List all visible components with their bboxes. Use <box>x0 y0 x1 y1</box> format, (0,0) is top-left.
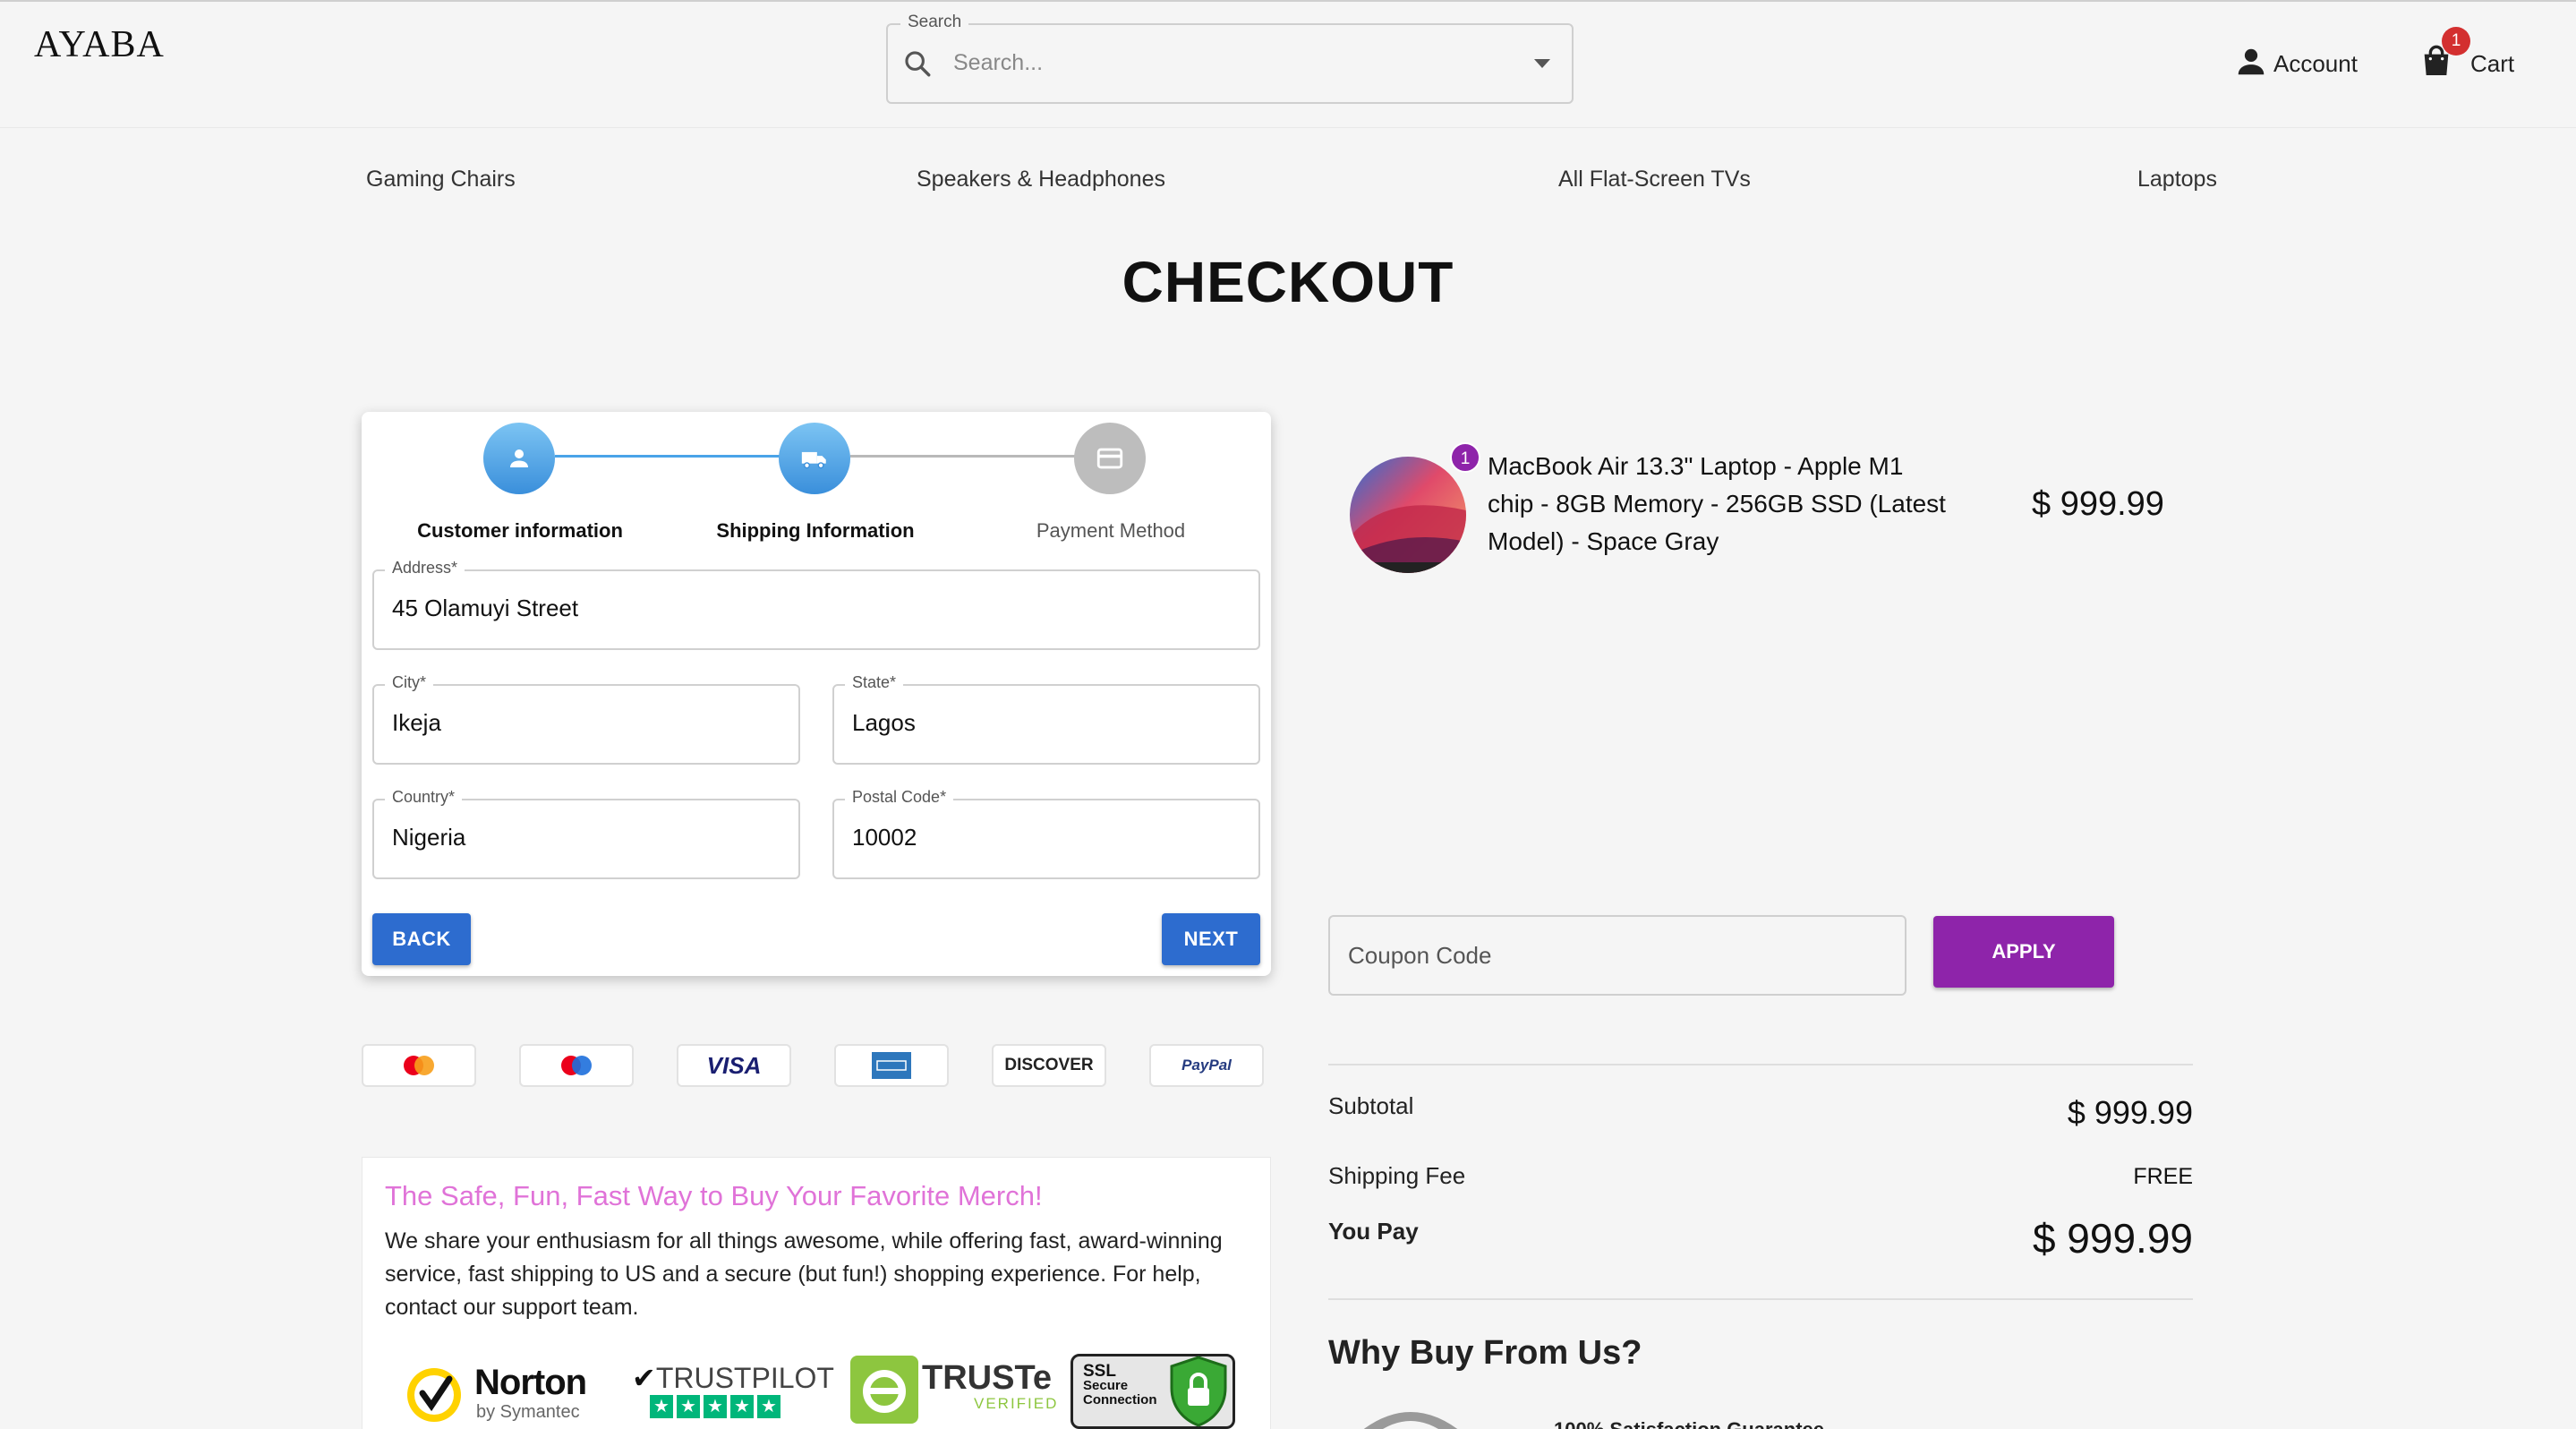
coupon-placeholder[interactable]: Coupon Code <box>1348 942 1491 970</box>
header-divider <box>0 127 2576 128</box>
info-title: The Safe, Fun, Fast Way to Buy Your Favo… <box>385 1180 1043 1211</box>
quantity-badge: 1 <box>1450 442 1480 473</box>
address-label: Address* <box>385 559 465 578</box>
discover-text: DISCOVER <box>1004 1056 1094 1074</box>
step-label-customer: Customer information <box>417 519 623 542</box>
nav-gaming-chairs[interactable]: Gaming Chairs <box>366 167 516 193</box>
visa-text: VISA <box>706 1051 762 1079</box>
guarantee-seal-icon <box>1348 1399 1473 1429</box>
city-label: City* <box>385 673 434 692</box>
star-icon: ★ <box>704 1395 727 1418</box>
mastercard-icon <box>362 1044 476 1087</box>
truste-subtext: VERIFIED <box>974 1395 1059 1412</box>
shipping-fee-value: FREE <box>2133 1164 2193 1189</box>
next-button[interactable]: NEXT <box>1162 913 1260 965</box>
subtotal-label: Subtotal <box>1328 1092 1414 1119</box>
country-value[interactable]: Nigeria <box>392 824 465 851</box>
person-icon <box>510 449 528 467</box>
why-buy-title: Why Buy From Us? <box>1328 1334 1642 1372</box>
discover-icon: DISCOVER <box>992 1044 1106 1087</box>
truck-icon <box>801 451 826 469</box>
visa-icon: VISA <box>677 1044 791 1087</box>
star-icon: ★ <box>730 1395 754 1418</box>
city-value[interactable]: Ikeja <box>392 709 441 737</box>
product-price: $ 999.99 <box>2032 485 2164 523</box>
paypal-icon: PayPal <box>1149 1044 1264 1087</box>
step-customer-info[interactable] <box>483 423 555 494</box>
country-label: Country* <box>385 788 463 807</box>
trustpilot-text: ✔TRUSTPILOT <box>632 1362 834 1394</box>
truste-logo-icon <box>850 1356 918 1428</box>
step-payment-method[interactable] <box>1074 423 1146 494</box>
search-placeholder[interactable]: Search... <box>953 50 1043 76</box>
maestro-icon <box>519 1044 634 1087</box>
top-border <box>0 0 2576 2</box>
star-icon: ★ <box>677 1395 700 1418</box>
total-value: $ 999.99 <box>2032 1215 2193 1262</box>
summary-divider-bottom <box>1328 1298 2193 1300</box>
nav-laptops[interactable]: Laptops <box>2137 167 2217 193</box>
truste-text: TRUSTe <box>922 1359 1052 1397</box>
account-icon[interactable] <box>2234 45 2268 83</box>
stepper-connector-1 <box>555 455 815 458</box>
postal-code-label: Postal Code* <box>845 788 954 807</box>
page-title: CHECKOUT <box>1122 250 1454 314</box>
lock-shield-icon <box>1165 1354 1232 1429</box>
star-icon: ★ <box>757 1395 780 1418</box>
guarantee-text: 100% Satisfaction Guarantee <box>1554 1418 1824 1429</box>
star-icon: ★ <box>650 1395 673 1418</box>
nav-flat-screen-tvs[interactable]: All Flat-Screen TVs <box>1558 167 1751 193</box>
cart-link[interactable]: Cart <box>2470 50 2514 78</box>
stepper-connector-2 <box>850 455 1110 458</box>
search-label: Search <box>900 13 969 32</box>
step-shipping-info[interactable] <box>779 423 850 494</box>
norton-badge <box>403 1357 465 1429</box>
state-label: State* <box>845 673 904 692</box>
info-text: We share your enthusiasm for all things … <box>385 1228 1223 1320</box>
paypal-text: PayPal <box>1181 1057 1232 1074</box>
postal-code-value[interactable]: 10002 <box>852 824 917 851</box>
product-name[interactable]: MacBook Air 13.3" Laptop - Apple M1 chip… <box>1488 448 1953 560</box>
search-icon <box>902 48 933 83</box>
site-logo[interactable]: AYABA <box>34 23 165 66</box>
product-image[interactable] <box>1350 457 1466 573</box>
cart-count-badge: 1 <box>2442 27 2470 56</box>
norton-text: Norton <box>474 1363 587 1402</box>
total-label: You Pay <box>1328 1218 1419 1245</box>
step-label-payment: Payment Method <box>1036 519 1186 542</box>
amex-icon <box>834 1044 949 1087</box>
trustpilot-stars: ★ ★ ★ ★ ★ <box>650 1395 780 1418</box>
nav-speakers-headphones[interactable]: Speakers & Headphones <box>917 167 1165 193</box>
dropdown-caret-icon[interactable] <box>1534 59 1550 68</box>
account-link[interactable]: Account <box>2273 50 2358 78</box>
back-button[interactable]: BACK <box>372 913 471 965</box>
address-value[interactable]: 45 Olamuyi Street <box>392 595 578 622</box>
subtotal-value: $ 999.99 <box>2067 1094 2193 1131</box>
state-value[interactable]: Lagos <box>852 709 916 737</box>
shipping-fee-label: Shipping Fee <box>1328 1162 1466 1189</box>
apply-coupon-button[interactable]: APPLY <box>1933 916 2114 988</box>
step-label-shipping: Shipping Information <box>716 519 915 542</box>
summary-divider-top <box>1328 1064 2193 1065</box>
norton-subtext: by Symantec <box>476 1402 580 1422</box>
ssl-text: SSL Secure Connection <box>1083 1362 1157 1408</box>
credit-card-icon <box>1096 448 1123 469</box>
